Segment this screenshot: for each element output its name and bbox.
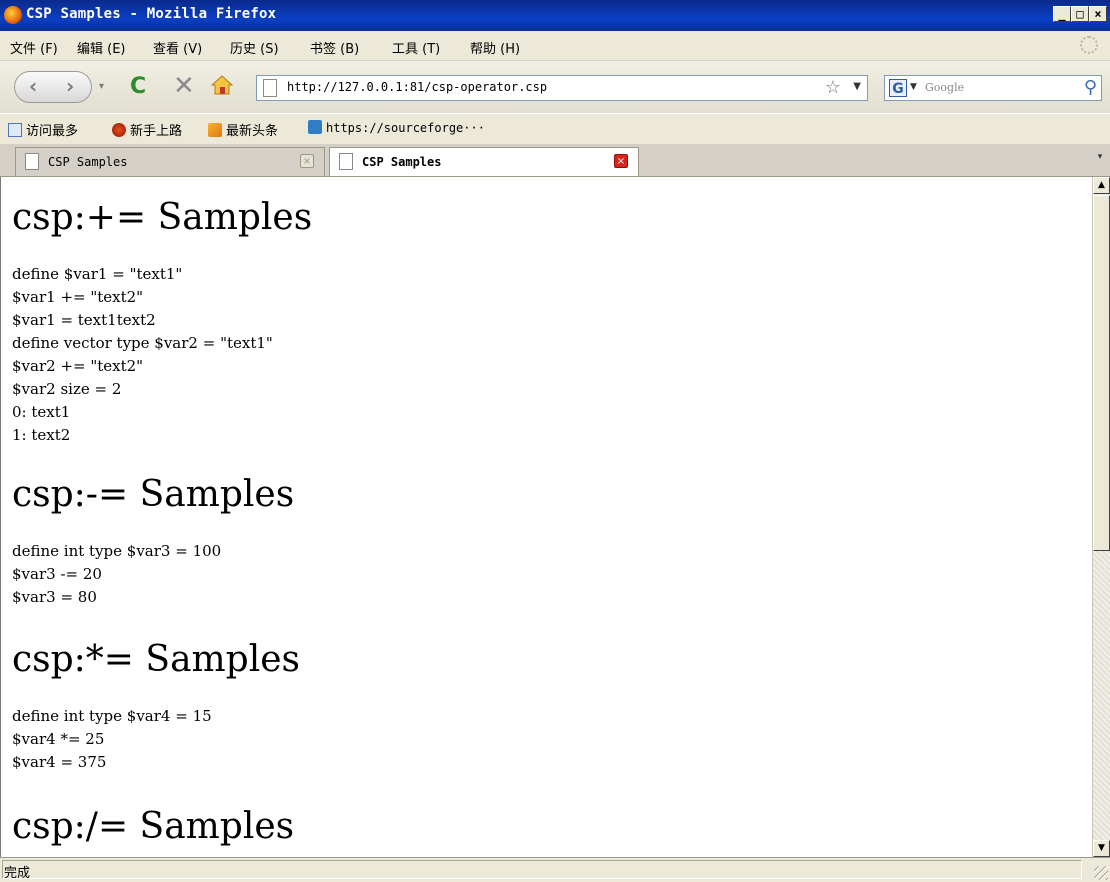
- search-bar[interactable]: G ▼ Google ⚲: [884, 75, 1102, 101]
- tab-close-icon[interactable]: ×: [300, 154, 314, 168]
- code-line: $var1 += "text2": [12, 288, 144, 306]
- menu-bar: 文件 (F) 编辑 (E) 查看 (V) 历史 (S) 书签 (B) 工具 (T…: [0, 31, 1110, 61]
- menu-tools[interactable]: 工具 (T): [392, 38, 440, 57]
- menu-history[interactable]: 历史 (S): [230, 38, 279, 57]
- bookmark-latest-headlines[interactable]: 最新头条: [208, 120, 278, 139]
- code-line: $var1 = text1text2: [12, 311, 156, 329]
- code-line: 0: text1: [12, 403, 71, 421]
- stop-icon[interactable]: ✕: [173, 71, 195, 101]
- page-content: csp:+= Samples define $var1 = "text1" $va…: [0, 177, 1092, 857]
- rss-icon: [208, 123, 222, 137]
- code-line: define $var1 = "text1": [12, 265, 183, 283]
- section-heading: csp:+= Samples: [12, 197, 313, 238]
- section-heading: csp:/= Samples: [12, 806, 295, 847]
- bookmark-star-icon[interactable]: ☆: [825, 77, 841, 98]
- menu-help[interactable]: 帮助 (H): [470, 38, 520, 57]
- close-window-button[interactable]: ×: [1089, 6, 1107, 22]
- window-title: CSP Samples - Mozilla Firefox: [26, 6, 277, 22]
- title-bar: CSP Samples - Mozilla Firefox _ □ ×: [0, 0, 1110, 31]
- bookmark-sourceforge[interactable]: https://sourceforge···: [308, 120, 485, 135]
- reload-icon[interactable]: C: [130, 74, 146, 99]
- home-icon[interactable]: [211, 75, 233, 95]
- google-engine-icon[interactable]: G: [889, 79, 907, 97]
- scroll-down-button[interactable]: ▼: [1093, 840, 1110, 857]
- most-visited-icon: [8, 123, 22, 137]
- vertical-scrollbar[interactable]: ▲ ▼: [1092, 177, 1110, 857]
- firefox-bookmark-icon: [112, 123, 126, 137]
- menu-bookmarks[interactable]: 书签 (B): [310, 38, 359, 57]
- back-arrow-icon: ‹: [29, 74, 38, 98]
- search-icon[interactable]: ⚲: [1084, 77, 1097, 98]
- code-line: $var2 += "text2": [12, 357, 144, 375]
- menu-file[interactable]: 文件 (F): [10, 38, 58, 57]
- code-line: $var3 -= 20: [12, 565, 102, 583]
- tab-page-icon: [339, 153, 353, 170]
- status-panel: [2, 860, 1082, 879]
- code-line: define int type $var3 = 100: [12, 542, 222, 560]
- menu-edit[interactable]: 编辑 (E): [77, 38, 126, 57]
- back-button[interactable]: ‹: [14, 71, 60, 103]
- tab-inactive[interactable]: CSP Samples ×: [15, 147, 325, 176]
- bookmarks-toolbar: 访问最多 新手上路 最新头条 https://sourceforge···: [0, 113, 1110, 145]
- section-heading: csp:*= Samples: [12, 639, 301, 680]
- history-dropdown-icon[interactable]: ▾: [99, 81, 104, 92]
- forward-button[interactable]: ›: [58, 71, 92, 103]
- code-line: define vector type $var2 = "text1": [12, 334, 273, 352]
- scrollbar-thumb[interactable]: [1093, 195, 1110, 551]
- throbber-icon: [1080, 36, 1098, 54]
- section-divide-equals: csp:/= Samples: [1, 806, 294, 847]
- tab-active[interactable]: CSP Samples ×: [329, 147, 639, 176]
- section-plus-equals: csp:+= Samples define $var1 = "text1" $va…: [1, 197, 312, 447]
- bookmark-getting-started[interactable]: 新手上路: [112, 120, 182, 139]
- section-lines: define int type $var3 = 100 $var3 -= 20 $v…: [1, 540, 294, 609]
- code-line: $var2 size = 2: [12, 380, 122, 398]
- tab-label: CSP Samples: [48, 155, 128, 169]
- code-line: $var3 = 80: [12, 588, 97, 606]
- code-line: $var4 = 375: [12, 753, 107, 771]
- engine-dropdown-icon[interactable]: ▼: [910, 82, 917, 92]
- section-heading: csp:-= Samples: [12, 474, 295, 515]
- minimize-button[interactable]: _: [1053, 6, 1071, 22]
- url-bar[interactable]: http://127.0.0.1:81/csp-operator.csp ☆ ▼: [256, 75, 868, 101]
- maximize-button[interactable]: □: [1071, 6, 1089, 22]
- sourceforge-icon: [308, 120, 322, 134]
- code-line: define int type $var4 = 15: [12, 707, 212, 725]
- forward-arrow-icon: ›: [66, 74, 75, 98]
- url-text[interactable]: http://127.0.0.1:81/csp-operator.csp: [287, 80, 547, 94]
- section-lines: define $var1 = "text1" $var1 += "text2" $v…: [1, 263, 312, 447]
- tab-label: CSP Samples: [362, 155, 442, 169]
- tab-list-icon[interactable]: ▾: [1093, 152, 1107, 170]
- scroll-up-button[interactable]: ▲: [1093, 177, 1110, 194]
- status-bar: 完成: [0, 857, 1110, 882]
- menu-view[interactable]: 查看 (V): [153, 38, 202, 57]
- section-lines: define int type $var4 = 15 $var4 *= 25 $va…: [1, 705, 300, 774]
- search-input[interactable]: Google: [925, 81, 964, 94]
- page-icon: [263, 79, 277, 97]
- resize-grip-icon[interactable]: [1094, 866, 1108, 880]
- tab-close-icon[interactable]: ×: [614, 154, 628, 168]
- code-line: $var4 *= 25: [12, 730, 105, 748]
- section-times-equals: csp:*= Samples define int type $var4 = 1…: [1, 639, 300, 774]
- firefox-logo-icon: [4, 6, 22, 24]
- navigation-toolbar: ‹ › ▾ C ✕ http://127.0.0.1:81/csp-operat…: [0, 61, 1110, 113]
- url-dropdown-icon[interactable]: ▼: [853, 81, 861, 92]
- browser-window: CSP Samples - Mozilla Firefox _ □ × 文件 (…: [0, 0, 1110, 882]
- status-text: 完成: [4, 866, 31, 881]
- tab-page-icon: [25, 153, 39, 170]
- bookmark-most-visited[interactable]: 访问最多: [8, 120, 78, 139]
- section-minus-equals: csp:-= Samples define int type $var3 = 1…: [1, 474, 294, 609]
- code-line: 1: text2: [12, 426, 71, 444]
- tab-bar: CSP Samples × CSP Samples × ▾: [0, 144, 1110, 177]
